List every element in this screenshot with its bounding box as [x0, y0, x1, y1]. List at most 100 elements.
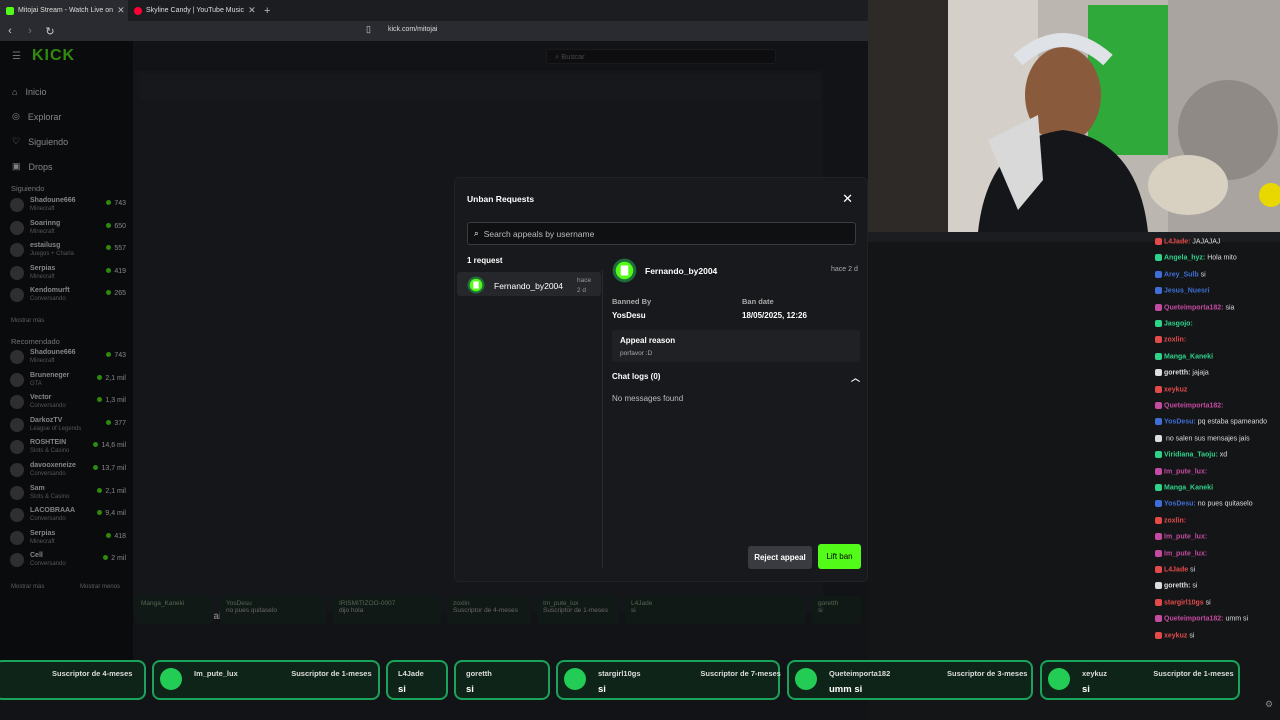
- sidebar-channel[interactable]: Bruneneger GTA 2,1 mil: [10, 370, 126, 392]
- sub-message: si: [466, 684, 474, 695]
- show-less-recommended[interactable]: Mostrar menos: [80, 584, 120, 590]
- sidebar-channel[interactable]: Sam Slots & Casino 2,1 mil: [10, 483, 126, 505]
- request-item[interactable]: Fernando_by2004 hace 2 d: [457, 272, 601, 296]
- sub-alert-dim: L4Jade si: [625, 596, 806, 624]
- chat-username[interactable]: Manga_Kaneki: [1164, 484, 1213, 491]
- sidebar-channel[interactable]: DarkozTV League of Legends 377: [10, 415, 126, 437]
- chat-message: Queteimporta182:: [1155, 402, 1224, 409]
- chat-username[interactable]: Im_pute_lux:: [1164, 534, 1207, 541]
- show-more-following[interactable]: Mostrar más: [11, 318, 44, 324]
- avatar: [795, 668, 817, 690]
- chat-logs-toggle[interactable]: Chat logs (0) ︿: [612, 371, 860, 384]
- chevron-up-icon[interactable]: ︿: [851, 371, 860, 384]
- avatar: [160, 668, 182, 690]
- chat-username[interactable]: Arey_Sulb: [1164, 271, 1199, 278]
- sidebar-channel[interactable]: davooxeneize Conversando 13,7 mil: [10, 460, 126, 482]
- sidebar-channel[interactable]: ROSHTEIN Slots & Casino 14,6 mil: [10, 437, 126, 459]
- chat-username[interactable]: Jasgojo:: [1164, 320, 1193, 327]
- chat-username[interactable]: zoxlin:: [1164, 517, 1186, 524]
- webcam-image: [868, 0, 1280, 232]
- sub-message: si: [1082, 684, 1090, 695]
- chat-logs-label: Chat logs (0): [612, 372, 661, 381]
- reload-icon[interactable]: ↻: [40, 25, 60, 38]
- channel-category: League of Legends: [30, 425, 82, 432]
- sub-username[interactable]: Im_pute_lux: [194, 669, 238, 678]
- sub-text: dijo hola: [339, 607, 364, 614]
- chat-username[interactable]: Queteimporta182:: [1164, 616, 1224, 623]
- unban-requests-modal: Unban Requests ✕ ⌕ Search appeals by use…: [455, 178, 867, 581]
- sidebar-channel[interactable]: Vector Conversando 1,3 mil: [10, 392, 126, 414]
- sidebar-channel[interactable]: Soarinng Minecraft 650: [10, 218, 126, 240]
- appeal-search-input[interactable]: ⌕ Search appeals by username: [467, 222, 856, 245]
- sidebar-channel[interactable]: Cell Conversando 2 mil: [10, 550, 126, 572]
- chat-username[interactable]: zoxlin:: [1164, 337, 1186, 344]
- plus-icon[interactable]: +: [256, 5, 278, 17]
- sub-username[interactable]: L4Jade: [398, 669, 424, 678]
- nav-item-inicio[interactable]: ⌂ Inicio: [12, 79, 68, 104]
- bookmark-icon[interactable]: ▯: [366, 24, 371, 35]
- sidebar-channel[interactable]: estailusg Juegos + Charla 557: [10, 240, 126, 262]
- chat-username[interactable]: Queteimporta182:: [1164, 304, 1224, 311]
- back-arrow-icon[interactable]: ‹: [0, 25, 20, 37]
- badge-icon: [1155, 336, 1162, 344]
- browser-tab-youtube-music[interactable]: Skyline Candy | YouTube Music ✕: [128, 0, 256, 21]
- badge-icon: [1155, 582, 1162, 590]
- chat-message: Manga_Kaneki: [1155, 352, 1213, 360]
- avatar: [1048, 668, 1070, 690]
- sidebar-channel[interactable]: Shadoune666 Minecraft 743: [10, 347, 126, 369]
- sub-user: Im_pute_lux: [543, 600, 579, 607]
- sub-username[interactable]: goretth: [466, 669, 492, 678]
- nav-item-explorar[interactable]: ◎ Explorar: [12, 104, 68, 129]
- chat-username[interactable]: stargirl10gs: [1164, 599, 1204, 606]
- sidebar-channel[interactable]: Serpias Minecraft 418: [10, 528, 126, 550]
- chat-username[interactable]: Im_pute_lux:: [1164, 468, 1207, 475]
- sidebar-channel[interactable]: LACOBRAAA Conversando 9,4 mil: [10, 505, 126, 527]
- gear-icon[interactable]: ⚙: [1265, 699, 1273, 710]
- close-icon[interactable]: ✕: [842, 191, 853, 207]
- sub-alert-dim: zoxlin Suscriptor de 4-meses: [447, 596, 531, 624]
- sidebar: ☰ KICK ⌂ Inicio ◎ Explorar ♡ Siguiendo ▣ Dro…: [0, 41, 133, 681]
- sub-text: Suscriptor de 4-meses: [453, 607, 519, 614]
- sidebar-channel[interactable]: Shadoune666 Minecraft 743: [10, 195, 126, 217]
- channel-category: Minecraft: [30, 228, 55, 235]
- close-tab-icon[interactable]: ✕: [117, 5, 125, 16]
- chat-username[interactable]: xeykuz: [1164, 632, 1187, 639]
- nav-item-drops[interactable]: ▣ Drops: [12, 154, 68, 179]
- lift-ban-button[interactable]: Lift ban: [818, 544, 861, 569]
- chat-username[interactable]: L4Jade:: [1164, 238, 1190, 245]
- chat-username[interactable]: Im_pute_lux:: [1164, 550, 1207, 557]
- url-text[interactable]: kick.com/mitojai: [388, 26, 437, 33]
- sub-username[interactable]: xeykuz: [1082, 669, 1107, 678]
- nested-address-bar: [140, 88, 820, 100]
- chat-username[interactable]: xeykuz: [1164, 386, 1187, 393]
- chat-username[interactable]: Angela_hyz:: [1164, 255, 1205, 262]
- sidebar-channel[interactable]: Kendomurft Conversando 265: [10, 285, 126, 307]
- close-tab-icon[interactable]: ✕: [248, 5, 256, 16]
- nav-item-siguiendo[interactable]: ♡ Siguiendo: [12, 129, 68, 154]
- chat-username[interactable]: L4Jade: [1164, 566, 1188, 573]
- reject-appeal-button[interactable]: Reject appeal: [748, 546, 812, 569]
- chat-username[interactable]: Manga_Kaneki: [1164, 353, 1213, 360]
- chat-username[interactable]: Jesus_Nuesri: [1164, 288, 1210, 295]
- channel-name: Soarinng: [30, 219, 61, 227]
- sub-username[interactable]: stargirl10gs: [598, 669, 641, 678]
- channel-name: LACOBRAAA: [30, 507, 76, 515]
- chat-username[interactable]: goretth:: [1164, 583, 1190, 590]
- chat-username[interactable]: Viridiana_Taoju:: [1164, 452, 1218, 459]
- kick-avatar-icon: [467, 276, 485, 294]
- sidebar-channel[interactable]: Serpias Minecraft 419: [10, 263, 126, 285]
- chat-message: YosDesu: no pues quitaselo: [1155, 500, 1253, 508]
- forward-arrow-icon[interactable]: ›: [20, 25, 40, 37]
- menu-icon[interactable]: ☰: [12, 51, 21, 62]
- sub-username[interactable]: Queteimporta182: [829, 669, 890, 678]
- browser-tab-kick[interactable]: Mitojai Stream - Watch Live on ✕: [0, 0, 128, 21]
- show-more-recommended[interactable]: Mostrar más: [11, 584, 44, 590]
- site-search-input[interactable]: ⌕ Buscar: [546, 49, 776, 64]
- following-heading: Siguiendo: [11, 184, 45, 193]
- chat-username[interactable]: YosDesu:: [1164, 419, 1196, 426]
- chat-username[interactable]: YosDesu:: [1164, 501, 1196, 508]
- kick-logo[interactable]: KICK: [32, 47, 75, 65]
- detail-username[interactable]: Fernando_by2004: [645, 266, 717, 276]
- chat-username[interactable]: Queteimporta182:: [1164, 402, 1224, 409]
- chat-username[interactable]: goretth:: [1164, 370, 1190, 377]
